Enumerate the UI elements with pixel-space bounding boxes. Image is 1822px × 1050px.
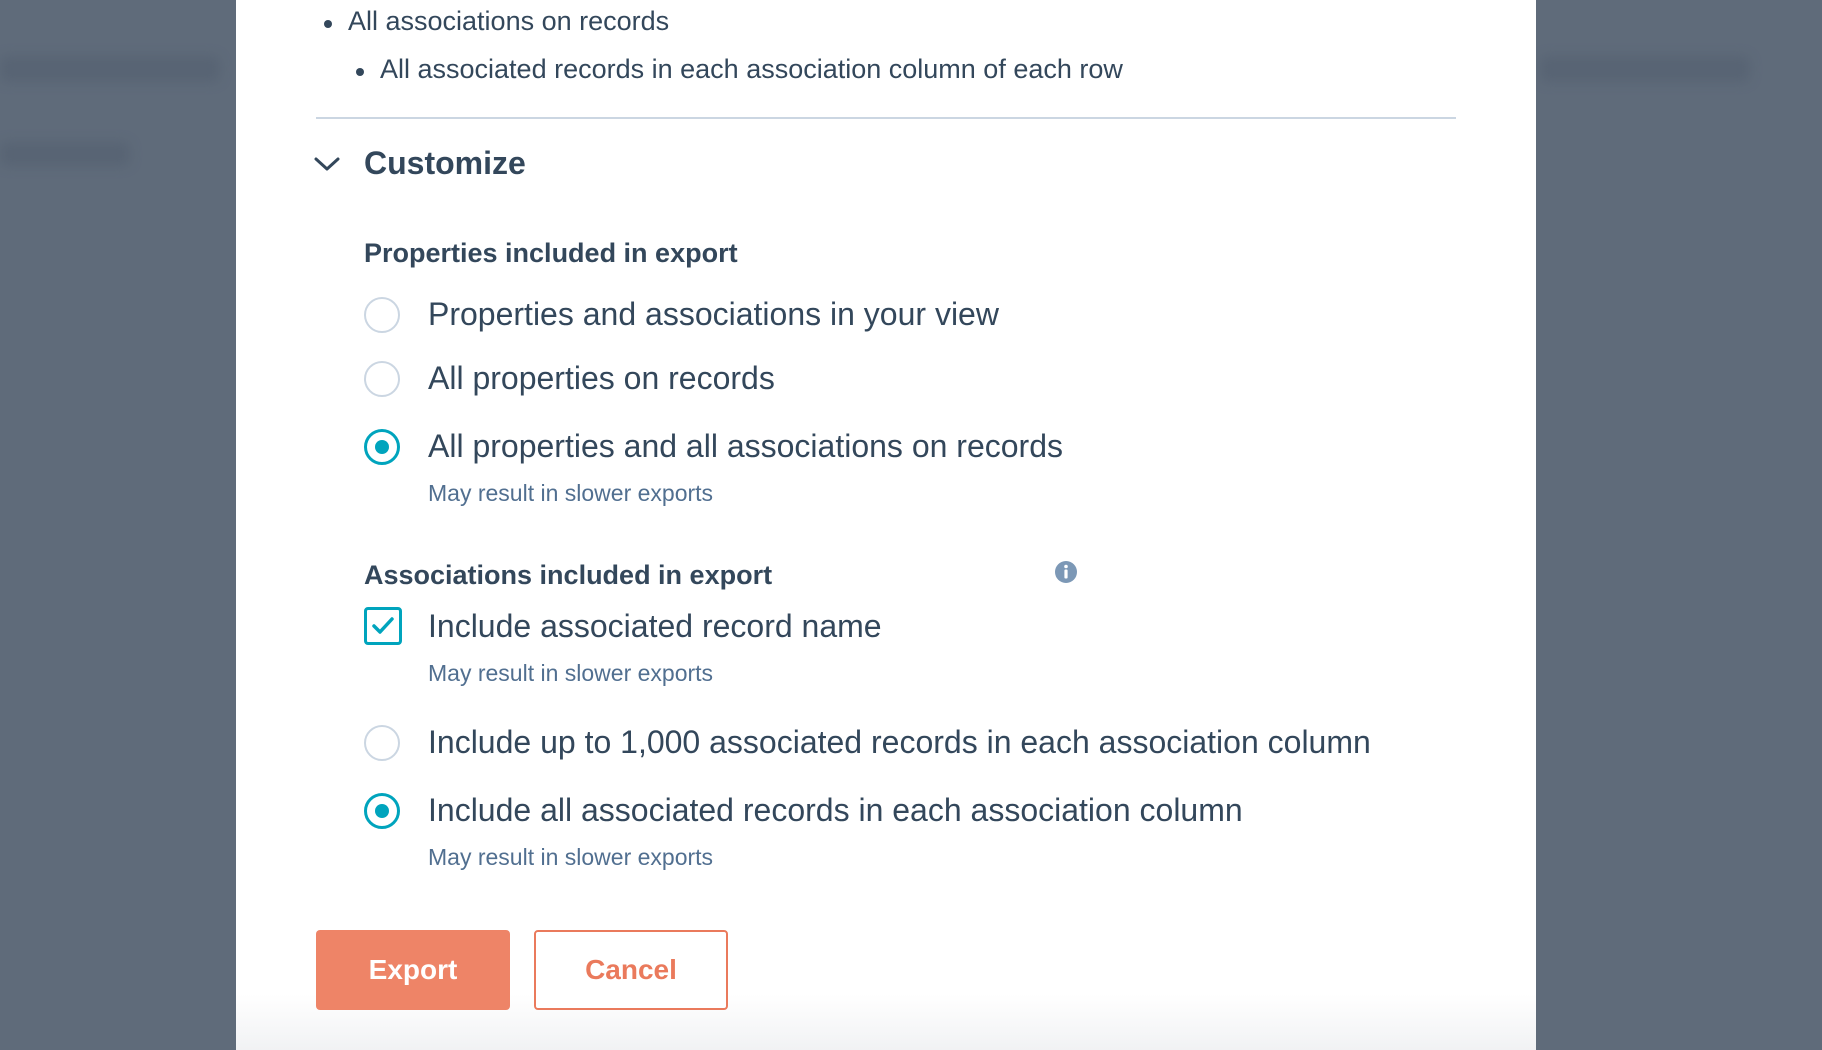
- radio-button-selected[interactable]: [364, 792, 400, 829]
- radio-button[interactable]: [364, 296, 400, 333]
- customize-title: Customize: [364, 145, 526, 181]
- radio-button-selected[interactable]: [364, 428, 400, 465]
- associations-option-all[interactable]: Include all associated records in each a…: [364, 792, 1243, 829]
- export-button[interactable]: Export: [316, 930, 510, 1010]
- export-modal: All associations on records All associat…: [236, 0, 1536, 1050]
- option-label: Include all associated records in each a…: [428, 792, 1243, 828]
- customize-toggle[interactable]: Customize: [312, 145, 526, 182]
- background-text-left-1: [0, 56, 220, 82]
- option-label: All properties and all associations on r…: [428, 428, 1063, 464]
- option-label: Include associated record name: [428, 607, 882, 644]
- cancel-button[interactable]: Cancel: [534, 930, 728, 1010]
- include-record-name-checkbox[interactable]: Include associated record name: [364, 607, 882, 645]
- checkmark-icon: [372, 617, 394, 634]
- properties-option-all-associations[interactable]: All properties and all associations on r…: [364, 428, 1063, 465]
- option-label: Include up to 1,000 associated records i…: [428, 724, 1371, 760]
- radio-button[interactable]: [364, 724, 400, 761]
- option-label: All properties on records: [428, 360, 775, 396]
- background-text-left-2: [0, 142, 130, 166]
- help-text: May result in slower exports: [428, 844, 714, 870]
- summary-bullet: All associated records in each associati…: [356, 54, 1123, 84]
- associations-heading: Associations included in export: [364, 560, 773, 590]
- section-divider: [316, 117, 1456, 119]
- help-text: May result in slower exports: [428, 480, 714, 506]
- option-label: Properties and associations in your view: [428, 296, 999, 332]
- properties-option-all-properties[interactable]: All properties on records: [364, 360, 775, 397]
- chevron-down-icon: [314, 157, 340, 170]
- radio-button[interactable]: [364, 360, 400, 397]
- checkbox-checked[interactable]: [364, 607, 402, 645]
- associations-option-up-to-1000[interactable]: Include up to 1,000 associated records i…: [364, 724, 1371, 761]
- properties-heading: Properties included in export: [364, 238, 738, 268]
- info-icon[interactable]: [1054, 560, 1078, 584]
- help-text: May result in slower exports: [428, 660, 714, 686]
- summary-bullet: All associations on records: [323, 6, 670, 36]
- properties-option-view[interactable]: Properties and associations in your view: [364, 296, 999, 333]
- background-text-right-1: [1540, 56, 1750, 82]
